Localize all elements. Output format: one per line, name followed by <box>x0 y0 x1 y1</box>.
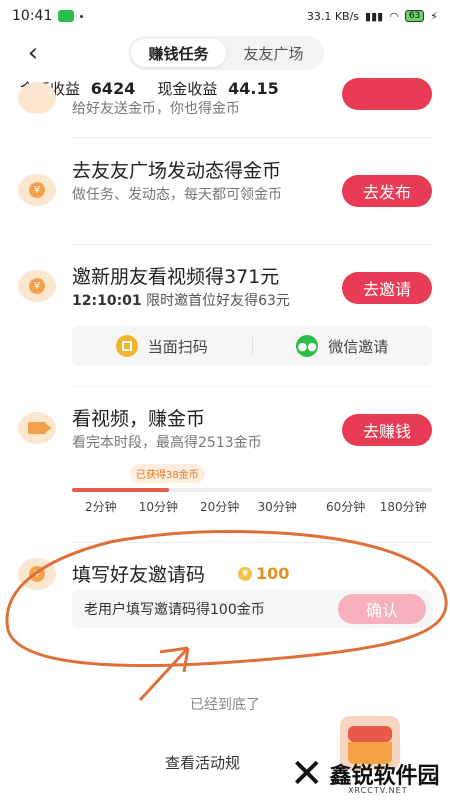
task-invite-friends: ¥ 邀新朋友看视频得371元 12:10:01 限时邀首位好友得63元 去邀请 … <box>0 256 450 376</box>
coin-icon <box>18 82 56 114</box>
divider <box>72 137 432 138</box>
task-subtitle: 给好友送金币，你也得金币 <box>72 101 240 117</box>
coin-icon: ¥ <box>18 174 56 206</box>
divider <box>72 386 432 387</box>
go-invite-button[interactable]: 去邀请 <box>342 272 432 304</box>
notification-dot-icon <box>80 14 84 18</box>
status-time: 10:41 <box>12 8 53 24</box>
status-bar: 10:41 33.1 KB/s ▮▮▮ ◠ 63 ⚡ <box>0 0 450 32</box>
task-send-button[interactable] <box>342 78 432 110</box>
signal-icon: ▮▮▮ <box>365 9 384 23</box>
coin-icon: ¥ <box>18 270 56 302</box>
wechat-invite-option[interactable]: ●● 微信邀请 <box>253 335 433 357</box>
watermark-x-icon: ✕ <box>290 751 324 797</box>
task-title: 看视频，赚金币 <box>72 408 206 430</box>
task-post-dynamic: ¥ 去友友广场发动态得金币 做任务、发动态，每天都可领金币 去发布 <box>0 150 450 240</box>
tick-label: 30分钟 <box>257 500 297 514</box>
top-nav: ‹ 赚钱任务 友友广场 <box>0 34 450 70</box>
tick-label: 10分钟 <box>138 500 179 514</box>
tick-label: 20分钟 <box>199 500 240 514</box>
tick-label: 2分钟 <box>84 500 117 514</box>
task-send-coins: 给好友送金币，你也得金币 <box>0 78 450 138</box>
divider <box>72 244 432 245</box>
scan-qr-option[interactable]: 当面扫码 <box>72 335 252 357</box>
tick-label: 180分钟 <box>379 500 427 514</box>
tab-earn-tasks[interactable]: 赚钱任务 <box>131 39 226 67</box>
back-icon[interactable]: ‹ <box>18 38 48 68</box>
task-title: 去友友广场发动态得金币 <box>72 160 282 182</box>
watermark-logo: ✕ 鑫锐软件园 XRCCTV.NET <box>290 751 440 797</box>
cash-earnings-value: 44.15 <box>228 78 279 98</box>
end-of-list-text: 已经到底了 <box>190 697 260 713</box>
go-post-button[interactable]: 去发布 <box>342 175 432 207</box>
invite-options: 当面扫码 ●● 微信邀请 <box>72 326 432 366</box>
task-title: 邀新朋友看视频得371元 <box>72 266 280 288</box>
task-subtitle: 看完本时段，最高得2513金币 <box>72 435 262 451</box>
go-earn-button[interactable]: 去赚钱 <box>342 414 432 446</box>
video-progress: 已获得38金币 2分钟 10分钟 20分钟 30分钟 60分钟 180分钟 <box>72 464 432 522</box>
charging-icon: ⚡ <box>430 9 438 23</box>
task-watch-video: 看视频，赚金币 看完本时段，最高得2513金币 去赚钱 已获得38金币 2分钟 … <box>0 398 450 528</box>
progress-fill <box>72 488 170 492</box>
wifi-icon: ◠ <box>389 9 399 23</box>
qr-code-icon <box>115 335 138 357</box>
countdown-timer: 12:10:01 <box>72 293 142 309</box>
earned-badge: 已获得38金币 <box>130 464 205 483</box>
coin-earnings-value: 6424 <box>90 78 136 98</box>
wechat-notification-icon <box>58 10 75 22</box>
tick-label: 60分钟 <box>325 500 366 514</box>
tab-friend-square[interactable]: 友友广场 <box>226 39 321 67</box>
net-speed: 33.1 KB/s <box>306 9 360 23</box>
video-camera-icon <box>18 412 56 444</box>
rules-link[interactable]: 查看活动规 <box>165 752 240 773</box>
annotation-circle <box>5 530 448 702</box>
tab-switcher: 赚钱任务 友友广场 <box>128 36 324 70</box>
cash-earnings-label: 现金收益 <box>157 79 218 98</box>
battery-icon: 63 <box>404 10 425 22</box>
wechat-icon: ●● <box>296 335 319 357</box>
task-subtitle: 限时邀首位好友得63元 <box>146 293 290 309</box>
task-subtitle: 做任务、发动态，每天都可领金币 <box>72 187 282 203</box>
